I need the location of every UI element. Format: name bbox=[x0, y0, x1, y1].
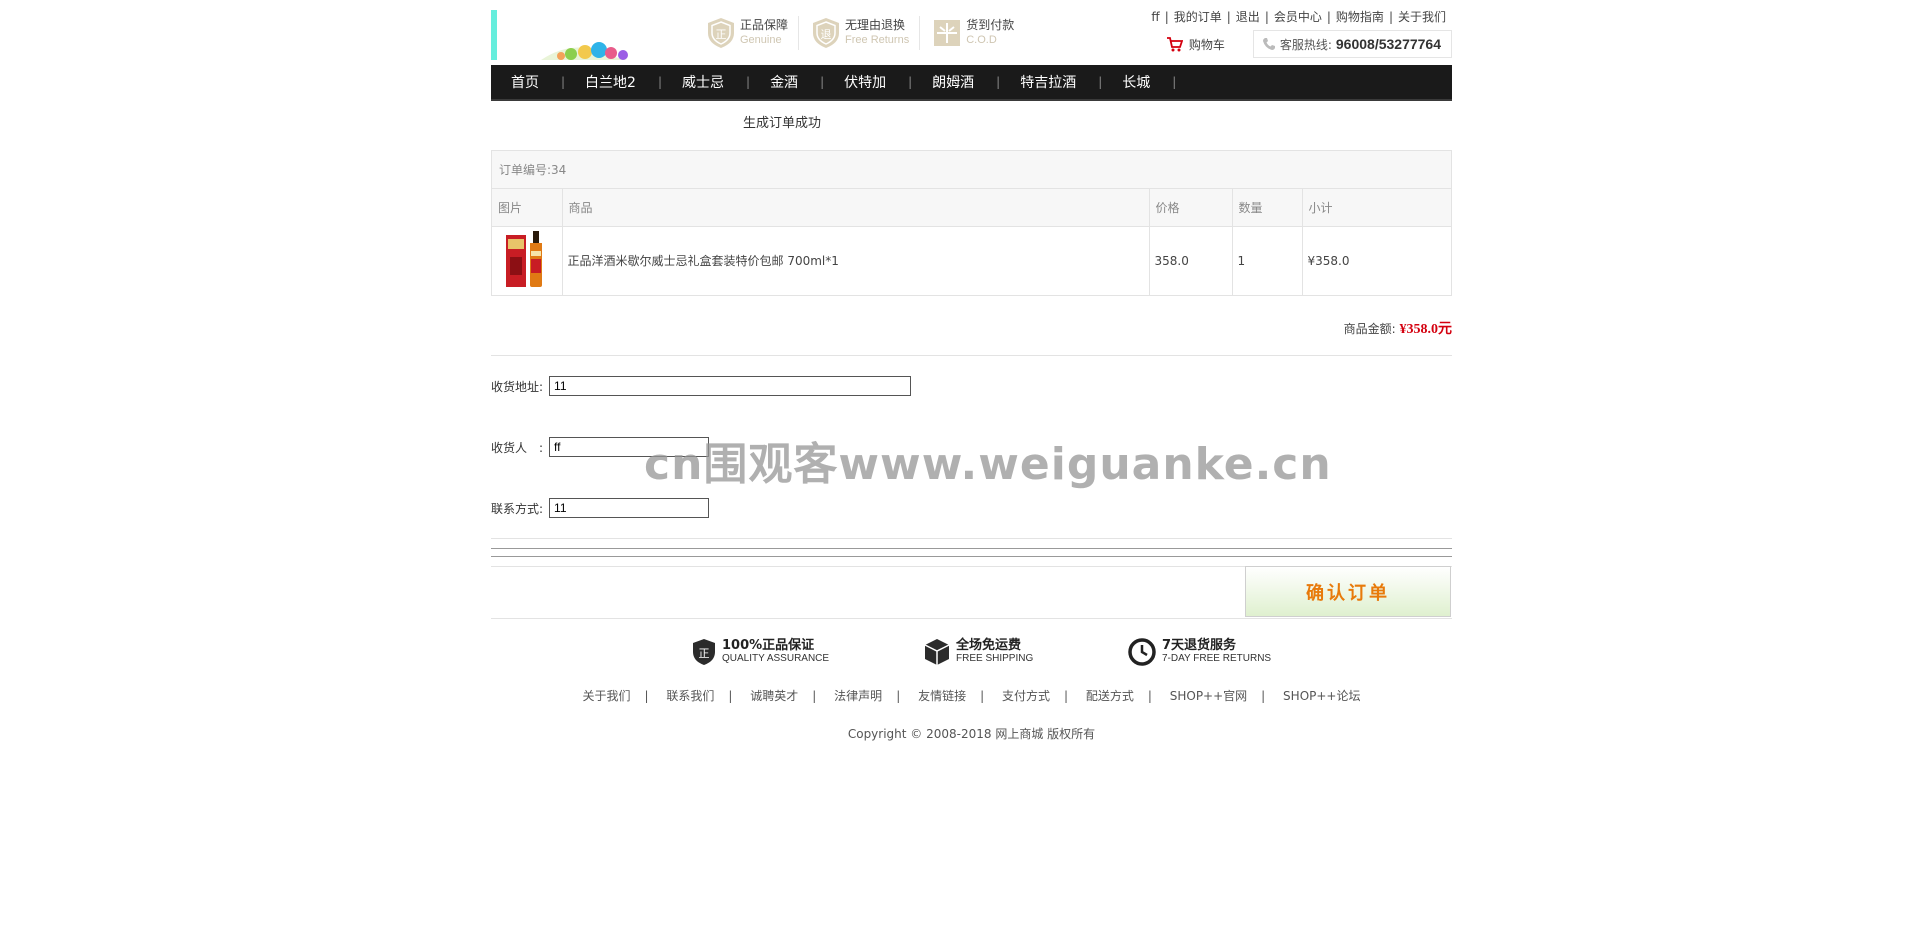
footer-link-contact[interactable]: 联系我们 bbox=[666, 689, 714, 703]
guarantee-en: C.O.D bbox=[966, 34, 997, 46]
order-number: 订单编号:34 bbox=[492, 151, 1451, 189]
copyright: Copyright © 2008-2018 网上商城 版权所有 bbox=[847, 727, 1096, 741]
footer-link-payment[interactable]: 支付方式 bbox=[1002, 689, 1050, 703]
col-header-subtotal: 小计 bbox=[1302, 189, 1451, 227]
about-us-link[interactable]: 关于我们 bbox=[1398, 8, 1446, 25]
top-links: ff | 我的订单 | 退出 | 会员中心 | 购物指南 | 关于我们 bbox=[1151, 8, 1446, 25]
member-center-link[interactable]: 会员中心 bbox=[1274, 8, 1322, 25]
svg-text:正: 正 bbox=[699, 647, 710, 660]
guarantee-strip: 正 正品保障 Genuine 退 无理由退换 Free Returns 货到付款… bbox=[706, 16, 1036, 52]
hotline-label: 客服热线: bbox=[1279, 37, 1332, 52]
hotline-number: 96008/53277764 bbox=[1335, 36, 1441, 52]
main-nav: 首页 | 白兰地2 | 威士忌 | 金酒 | 伏特加 | 朗姆酒 | 特吉拉酒 | 长城 | bbox=[491, 65, 1452, 101]
product-subtotal: ¥358.0 bbox=[1307, 253, 1350, 268]
service-cn: 全场免运费 bbox=[956, 638, 1022, 653]
col-header-image: 图片 bbox=[492, 189, 563, 227]
guarantee-en: Genuine bbox=[740, 34, 782, 46]
divider bbox=[491, 355, 1452, 356]
address-input[interactable] bbox=[549, 376, 912, 396]
guarantee-returns: 退 无理由退换 Free Returns bbox=[811, 16, 921, 50]
nav-item-rum[interactable]: 朗姆酒 bbox=[912, 72, 974, 92]
service-en: 7-DAY FREE RETURNS bbox=[1162, 653, 1272, 664]
col-header-qty: 数量 bbox=[1232, 189, 1303, 227]
nav-item-vodka[interactable]: 伏特加 bbox=[824, 72, 886, 92]
service-en: FREE SHIPPING bbox=[956, 653, 1034, 664]
svg-text:正: 正 bbox=[716, 28, 727, 41]
product-image-cell bbox=[492, 226, 563, 295]
divider bbox=[491, 618, 1452, 619]
user-link[interactable]: ff bbox=[1151, 10, 1159, 24]
product-qty: 1 bbox=[1232, 226, 1303, 295]
guarantee-cn: 货到付款 bbox=[966, 18, 1015, 32]
guarantee-genuine: 正 正品保障 Genuine bbox=[706, 16, 800, 50]
service-cn: 100%正品保证 bbox=[722, 638, 815, 653]
footer-link-shop-forum[interactable]: SHOP++论坛 bbox=[1283, 689, 1360, 703]
clock-icon bbox=[1128, 638, 1156, 666]
shopping-guide-link[interactable]: 购物指南 bbox=[1336, 8, 1384, 25]
guarantee-en: Free Returns bbox=[845, 34, 910, 46]
guarantee-cod: 货到付款 C.O.D bbox=[932, 16, 1024, 50]
cart-link[interactable]: 购物车 bbox=[1166, 36, 1225, 53]
logout-link[interactable]: 退出 bbox=[1236, 8, 1260, 25]
product-image[interactable] bbox=[504, 229, 546, 289]
cart-line: 购物车 客服热线: 96008/53277764 bbox=[1166, 30, 1452, 58]
cart-icon bbox=[1166, 36, 1183, 51]
svg-text:退: 退 bbox=[821, 28, 832, 41]
footer-link-legal[interactable]: 法律声明 bbox=[834, 689, 882, 703]
site-logo[interactable] bbox=[491, 10, 651, 60]
genuine-shield-icon: 正 bbox=[708, 18, 734, 48]
divider bbox=[491, 548, 1452, 549]
phone-label: 联系方式: bbox=[491, 501, 544, 516]
product-name[interactable]: 正品洋酒米歇尔威士忌礼盒套装特价包邮 700ml*1 bbox=[562, 226, 1150, 295]
logo-bar bbox=[491, 10, 497, 60]
guarantee-cn: 无理由退换 bbox=[845, 18, 906, 32]
nav-item-whisky[interactable]: 威士忌 bbox=[662, 72, 724, 92]
guarantee-cn: 正品保障 bbox=[740, 18, 789, 32]
receiver-label: 收货人 : bbox=[491, 440, 544, 455]
success-message: 生成订单成功 bbox=[743, 116, 822, 131]
service-en: QUALITY ASSURANCE bbox=[722, 653, 830, 664]
nav-item-tequila[interactable]: 特吉拉酒 bbox=[1000, 72, 1076, 92]
my-orders-link[interactable]: 我的订单 bbox=[1174, 8, 1222, 25]
order-table: 订单编号:34 图片 商品 价格 数量 小计 正品洋酒米歇尔威士忌礼盒套装特价包… bbox=[491, 150, 1452, 296]
total-label: 商品金额: bbox=[1343, 322, 1396, 336]
footer-link-friends[interactable]: 友情链接 bbox=[918, 689, 966, 703]
confirm-order-button[interactable]: 确认订单 bbox=[1245, 566, 1451, 617]
product-price: 358.0 bbox=[1149, 226, 1233, 295]
phone-row: 联系方式: bbox=[491, 498, 710, 518]
logo-graphic-icon bbox=[541, 42, 646, 60]
address-row: 收货地址: bbox=[491, 376, 912, 396]
col-header-price: 价格 bbox=[1149, 189, 1233, 227]
footer-services: 正 100%正品保证 QUALITY ASSURANCE 全场免运费 FREE … bbox=[491, 638, 1452, 674]
order-total: 商品金额: ¥358.0元 bbox=[1344, 318, 1452, 338]
quality-shield-icon: 正 bbox=[693, 639, 715, 665]
footer-links: 关于我们 | 联系我们 | 诚聘英才 | 法律声明 | 友情链接 | 支付方式 | 配送方式… bbox=[582, 689, 1361, 703]
service-returns: 7天退货服务 7-DAY FREE RETURNS bbox=[1128, 638, 1271, 666]
footer-link-jobs[interactable]: 诚聘英才 bbox=[750, 689, 798, 703]
cart-label: 购物车 bbox=[1188, 37, 1225, 52]
nav-item-great-wall[interactable]: 长城 bbox=[1102, 72, 1150, 92]
address-label: 收货地址: bbox=[491, 379, 544, 394]
col-header-product: 商品 bbox=[562, 189, 1150, 227]
footer-link-delivery[interactable]: 配送方式 bbox=[1086, 689, 1134, 703]
nav-item-gin[interactable]: 金酒 bbox=[750, 72, 798, 92]
return-shield-icon: 退 bbox=[813, 18, 840, 48]
phone-input[interactable] bbox=[549, 498, 710, 518]
service-cn: 7天退货服务 bbox=[1162, 638, 1237, 653]
nav-item-brandy[interactable]: 白兰地2 bbox=[565, 72, 636, 92]
table-row: 正品洋酒米歇尔威士忌礼盒套装特价包邮 700ml*1 358.0 1 ¥358.… bbox=[492, 226, 1451, 295]
watermark: cn围观客www.weiguanke.cn bbox=[644, 439, 1332, 490]
total-amount: ¥358.0元 bbox=[1399, 322, 1453, 337]
divider bbox=[491, 556, 1452, 557]
divider bbox=[491, 538, 1452, 539]
nav-item-home[interactable]: 首页 bbox=[491, 72, 539, 92]
footer-link-about[interactable]: 关于我们 bbox=[583, 689, 631, 703]
footer-link-shop-official[interactable]: SHOP++官网 bbox=[1170, 689, 1247, 703]
hotline: 客服热线: 96008/53277764 bbox=[1252, 30, 1452, 58]
phone-icon bbox=[1262, 38, 1275, 50]
service-quality: 正 100%正品保证 QUALITY ASSURANCE bbox=[692, 638, 829, 666]
service-shipping: 全场免运费 FREE SHIPPING bbox=[924, 638, 1033, 666]
shipping-box-icon bbox=[924, 639, 950, 665]
cod-box-icon bbox=[934, 20, 961, 46]
